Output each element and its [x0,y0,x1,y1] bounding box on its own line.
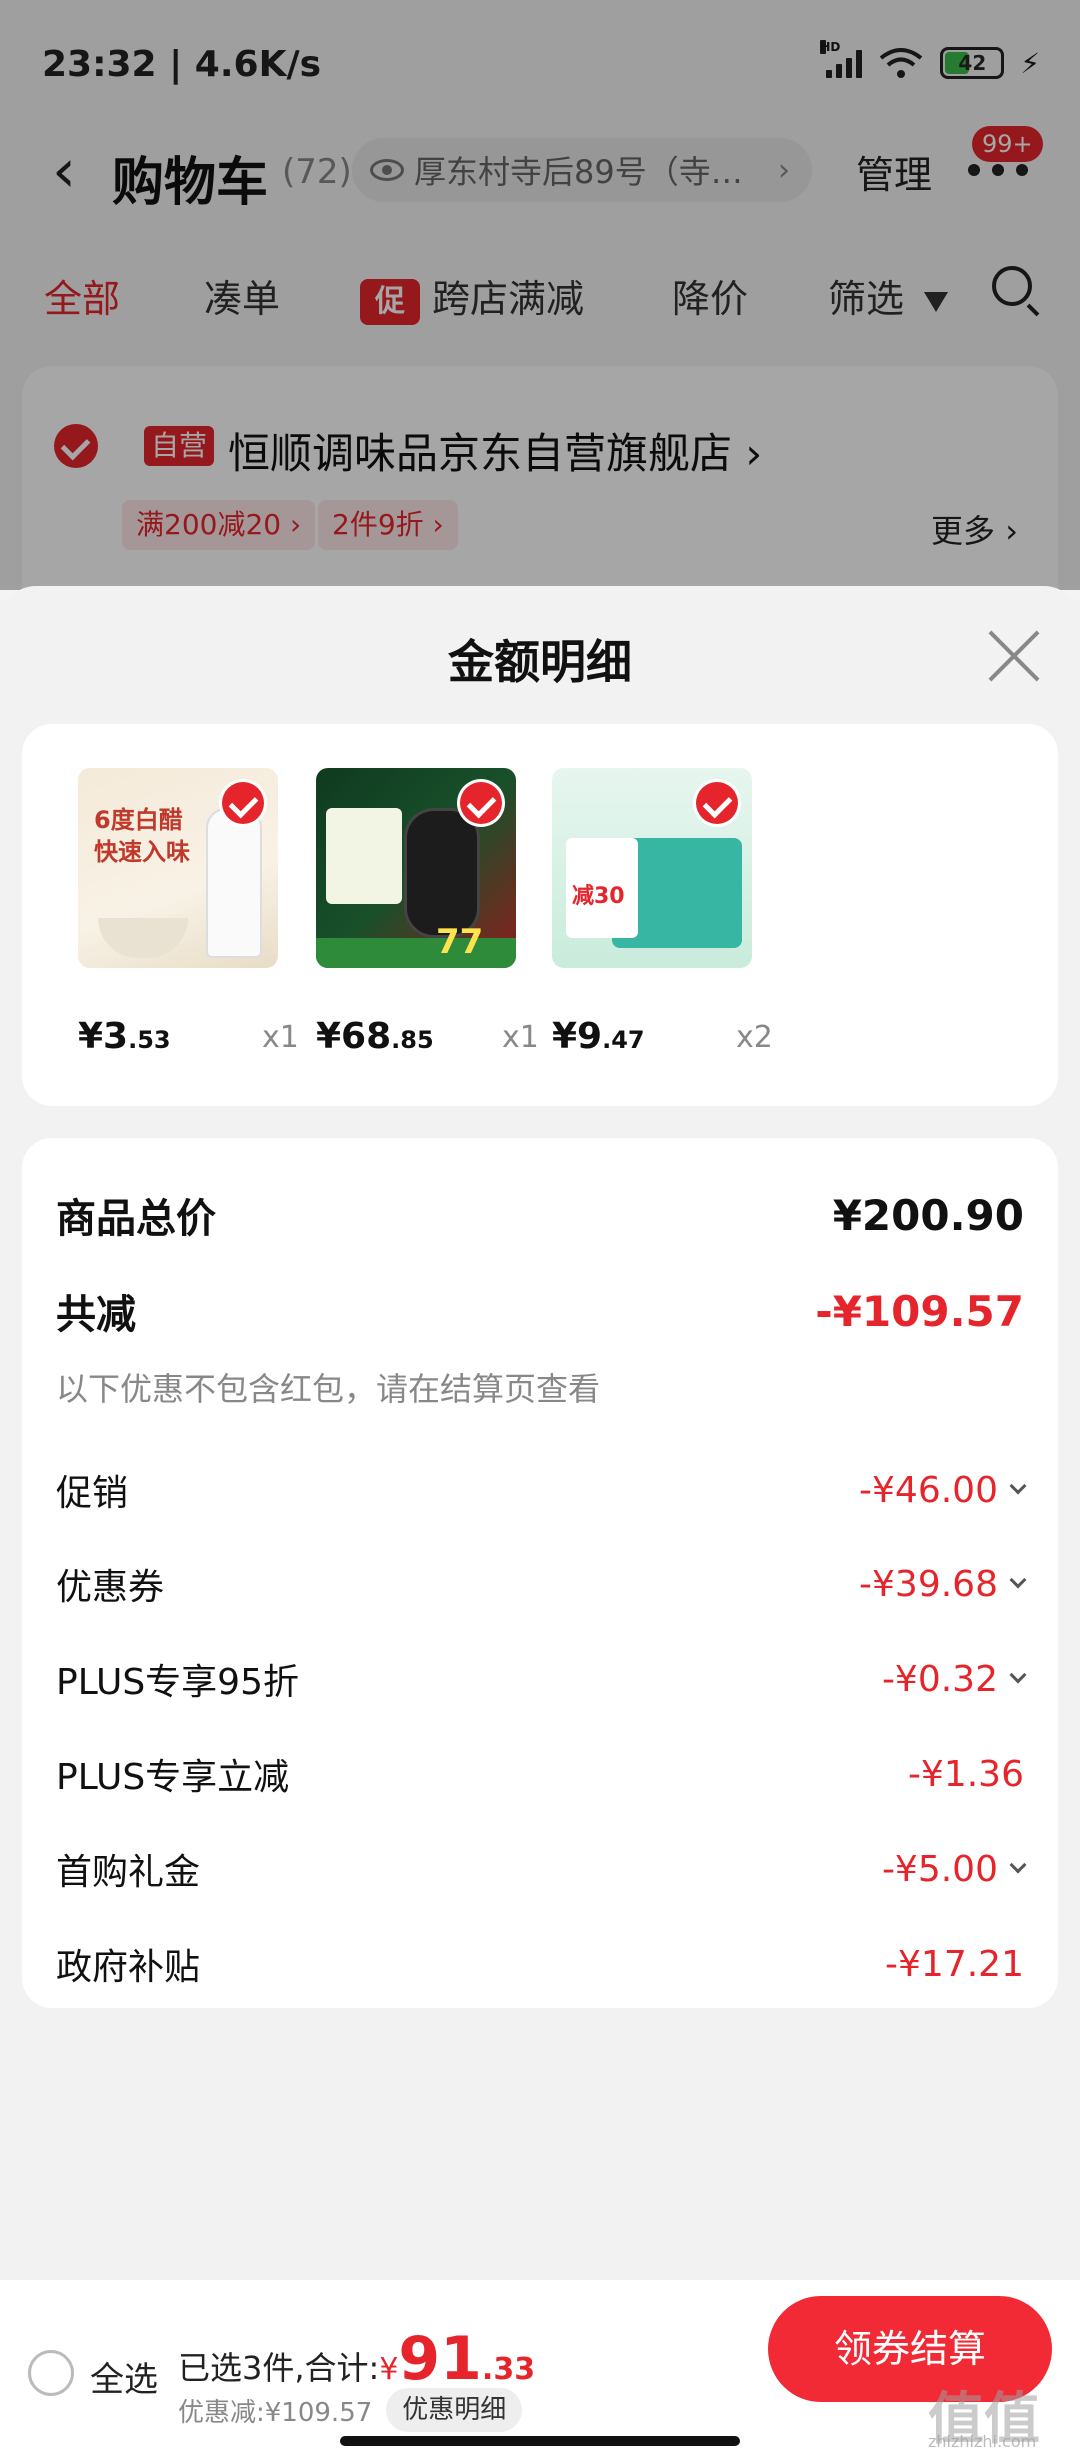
discount-label: 首购礼金 [56,1852,201,1893]
product-quantity: x1 [262,1020,299,1055]
product-price: ¥68.85 [316,1016,434,1057]
product-price: ¥9.47 [552,1016,645,1057]
total-integer: 91 [398,2324,482,2394]
dim-overlay[interactable] [0,0,1080,590]
product-image: 6度白醋 快速入味 [78,768,278,968]
discount-label: 促销 [56,1473,129,1514]
product-item[interactable]: 6度白醋 快速入味 ¥3.53 x1 [78,768,299,1057]
chevron-down-icon [1009,1477,1027,1495]
discount-row-plus95[interactable]: PLUS专享95折 -¥0.32 [56,1653,1027,1705]
total-currency: ¥ [379,2352,399,2387]
discount-value: -¥46.00 [859,1469,998,1511]
product-list-card: 6度白醋 快速入味 ¥3.53 x1 77 ¥68.85 x1 减30 ¥9.47 [22,724,1058,1106]
discount-summary: 优惠减:¥109.57 优惠明细 [178,2388,523,2432]
amount-detail-sheet: 金额明细 6度白醋快速入味 ¥3.53 x1 77 ¥68.85 x1 减30 [0,586,1080,2286]
discount-value: -¥17.21 [885,1943,1024,1985]
select-all-radio[interactable] [28,2350,74,2396]
product-image: 77 [316,768,516,968]
discount-value: -¥5.00 [881,1848,998,1890]
sheet-title: 金额明细 [448,635,632,689]
total-reduce-value: -¥109.57 [815,1286,1024,1336]
discount-label: PLUS专享立减 [56,1757,290,1798]
battery-level: 42 [958,51,987,75]
product-check-icon [696,782,738,824]
product-item[interactable]: 减30 ¥9.47 x2 [552,768,773,1057]
discount-row-subsidy: 政府补贴 -¥17.21 [56,1938,1024,1990]
discount-row-coupon[interactable]: 优惠券 -¥39.68 [56,1558,1027,1610]
total-reduce-label: 共减 [56,1292,136,1338]
discount-row-promo[interactable]: 促销 -¥46.00 [56,1464,1027,1516]
total-decimal: .33 [481,2352,536,2387]
discount-value: -¥1.36 [907,1753,1024,1795]
select-all-label[interactable]: 全选 [90,2352,158,2401]
total-price-value: ¥200.90 [832,1190,1024,1240]
home-indicator[interactable] [340,2436,740,2446]
product-quantity: x2 [736,1020,773,1055]
checkout-bar: 全选 已选3件,合计: ¥ 91 .33 优惠减:¥109.57 优惠明细 领券… [0,2280,1080,2460]
discount-value: -¥39.68 [859,1563,998,1605]
chevron-down-icon [1009,1571,1027,1589]
discount-detail-button[interactable]: 优惠明细 [386,2388,523,2432]
discount-label: 政府补贴 [56,1947,201,1988]
product-check-icon [460,782,502,824]
order-summary: 已选3件,合计: ¥ 91 .33 [178,2324,535,2394]
discount-text: 优惠减:¥109.57 [178,2397,373,2428]
product-item[interactable]: 77 ¥68.85 x1 [316,768,539,1057]
total-reduce-row: 共减 -¥109.57 [56,1282,1024,1340]
watermark-url: zhizhizhi.com [928,2432,1037,2451]
product-image: 减30 [552,768,752,968]
chevron-down-icon [1009,1856,1027,1874]
product-quantity: x1 [502,1020,539,1055]
close-icon[interactable] [986,628,1042,684]
price-detail-card: 商品总价 ¥200.90 共减 -¥109.57 以下优惠不包含红包，请在结算页… [22,1138,1058,2008]
discount-note: 以下优惠不包含红包，请在结算页查看 [56,1370,601,1408]
total-price-row: 商品总价 ¥200.90 [56,1186,1024,1244]
discount-label: 优惠券 [56,1567,165,1608]
discount-value: -¥0.32 [881,1658,998,1700]
discount-row-first-purchase[interactable]: 首购礼金 -¥5.00 [56,1843,1027,1895]
total-price-label: 商品总价 [56,1196,216,1242]
discount-label: PLUS专享95折 [56,1662,299,1703]
summary-prefix: 已选3件,合计: [178,2349,380,2387]
product-price: ¥3.53 [78,1016,171,1057]
chevron-down-icon [1009,1666,1027,1684]
discount-row-plus-instant: PLUS专享立减 -¥1.36 [56,1748,1024,1800]
product-check-icon [222,782,264,824]
